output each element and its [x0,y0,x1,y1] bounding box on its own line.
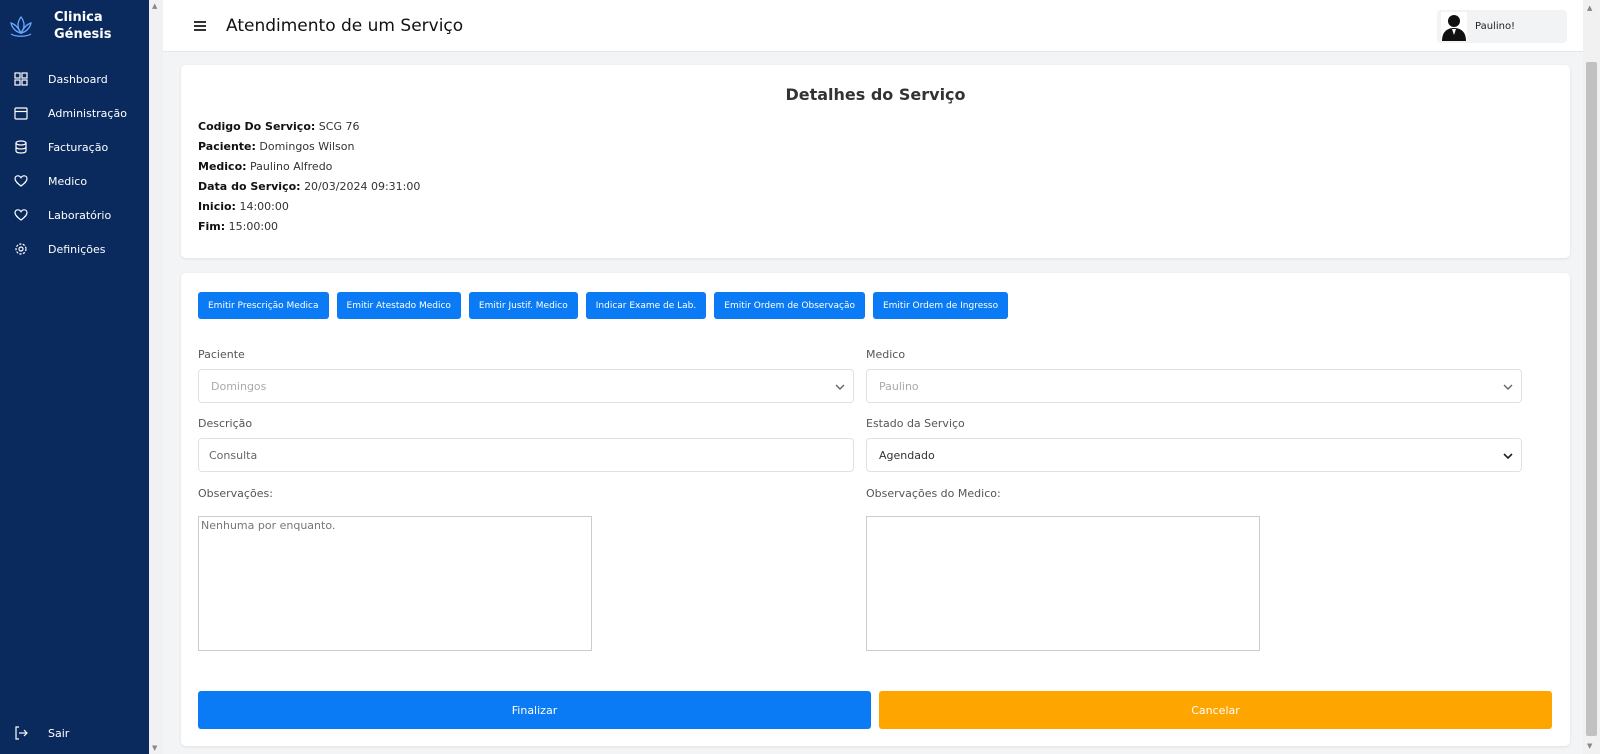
sidebar-item-medico[interactable]: Medico [0,164,149,198]
detail-paciente: Paciente: Domingos Wilson [198,137,1570,157]
sidebar-item-laboratorio[interactable]: Laboratório [0,198,149,232]
detail-label: Data do Serviço: [198,180,301,193]
logout-button[interactable]: Sair [0,716,149,750]
hamburger-menu-icon[interactable] [194,20,206,31]
observacoes-textarea[interactable]: Nenhuma por enquanto. [198,516,592,651]
logout-label: Sair [48,726,70,740]
finalizar-button[interactable]: Finalizar [198,691,871,729]
user-name: Paulino! [1475,21,1516,32]
service-form-card: Emitir Prescrição Medica Emitir Atestado… [181,273,1570,746]
observacoes-label: Observações: [198,487,273,500]
lotus-logo-icon [10,15,32,37]
scroll-up-arrow-icon[interactable]: ▲ [1587,4,1592,12]
detail-value: Paulino Alfredo [250,160,333,173]
indicar-exame-button[interactable]: Indicar Exame de Lab. [585,292,707,319]
brand-name-line1: Clinica [54,10,103,25]
brand[interactable]: Clinica Génesis [0,0,149,52]
detail-value: SCG 76 [318,120,360,133]
emitir-prescricao-button[interactable]: Emitir Prescrição Medica [198,292,329,319]
details-title: Detalhes do Serviço [785,85,966,104]
detail-value: 14:00:00 [239,200,289,213]
details-list: Codigo Do Serviço: SCG 76 Paciente: Domi… [181,117,1570,237]
detail-data: Data do Serviço: 20/03/2024 09:31:00 [198,177,1570,197]
emitir-atestado-button[interactable]: Emitir Atestado Medico [336,292,461,319]
estado-select[interactable]: Agendado [866,438,1522,472]
page-scrollbar[interactable]: ▲ ▼ [1583,0,1600,754]
paciente-select-value: Domingos [211,379,267,393]
service-details-card: Detalhes do Serviço Codigo Do Serviço: S… [181,65,1570,258]
emitir-ordem-ingresso-button[interactable]: Emitir Ordem de Ingresso [872,292,1009,319]
action-bar: Emitir Prescrição Medica Emitir Atestado… [198,292,1009,319]
paciente-select[interactable]: Domingos [198,369,854,403]
detail-inicio: Inicio: 14:00:00 [198,197,1570,217]
descricao-input[interactable]: Consulta [198,438,854,472]
detail-value: Domingos Wilson [259,140,355,153]
sidebar-item-label: Definições [48,242,106,256]
paciente-label: Paciente [198,348,245,361]
sidebar-item-definicoes[interactable]: Definições [0,232,149,266]
heart-icon [14,174,28,188]
sidebar-item-label: Laboratório [48,208,112,222]
sidebar: Clinica Génesis Dashboard Administração … [0,0,149,754]
user-menu[interactable]: Paulino! [1437,10,1567,43]
chevron-down-icon [835,384,845,390]
page-title: Atendimento de um Serviço [226,15,464,36]
emitir-ordem-observacao-button[interactable]: Emitir Ordem de Observação [714,292,865,319]
observacoes-medico-textarea[interactable] [866,516,1260,651]
sidebar-item-label: Facturação [48,140,109,154]
database-icon [14,140,28,154]
sidebar-item-label: Dashboard [48,72,108,86]
detail-value: 20/03/2024 09:31:00 [304,180,421,193]
observacoes-medico-label: Observações do Medico: [866,487,1001,500]
descricao-label: Descrição [198,417,253,430]
cancelar-button[interactable]: Cancelar [879,691,1552,729]
detail-medico: Medico: Paulino Alfredo [198,157,1570,177]
chevron-down-icon [1503,384,1513,390]
brand-name-line2: Génesis [54,27,112,42]
sidebar-item-label: Medico [48,174,88,188]
scroll-down-arrow-icon[interactable]: ▼ [1587,742,1592,750]
emitir-justificativo-button[interactable]: Emitir Justif. Medico [468,292,578,319]
detail-codigo: Codigo Do Serviço: SCG 76 [198,117,1570,137]
avatar [1441,12,1467,41]
logout-icon [14,726,28,740]
grid-icon [14,72,28,86]
detail-label: Paciente: [198,140,256,153]
medico-select[interactable]: Paulino [866,369,1522,403]
scroll-down-arrow-icon[interactable]: ▼ [152,744,157,752]
scroll-up-arrow-icon[interactable]: ▲ [152,2,157,10]
calendar-icon [14,106,28,120]
sidebar-scrollbar[interactable]: ▲ ▼ [149,0,163,754]
sidebar-item-label: Administração [48,106,127,120]
gear-icon [14,242,28,256]
sidebar-item-facturacao[interactable]: Facturação [0,130,149,164]
chevron-down-icon [1503,453,1513,460]
descricao-input-value: Consulta [209,448,258,462]
top-header: Atendimento de um Serviço Paulino! [163,0,1583,52]
observacoes-textarea-value: Nenhuma por enquanto. [201,519,336,532]
scrollbar-thumb[interactable] [1586,62,1597,736]
sidebar-nav: Dashboard Administração Facturação Medic… [0,62,149,266]
detail-label: Fim: [198,220,226,233]
sidebar-item-dashboard[interactable]: Dashboard [0,62,149,96]
medico-select-value: Paulino [879,379,919,393]
detail-label: Codigo Do Serviço: [198,120,316,133]
detail-label: Medico: [198,160,247,173]
detail-fim: Fim: 15:00:00 [198,217,1570,237]
sidebar-item-administracao[interactable]: Administração [0,96,149,130]
estado-label: Estado da Serviço [866,417,965,430]
estado-select-value: Agendado [879,448,935,462]
detail-value: 15:00:00 [228,220,279,233]
brand-name: Clinica Génesis [54,9,112,43]
medico-label: Medico [866,348,906,361]
detail-label: Inicio: [198,200,236,213]
heart-icon [14,208,28,222]
